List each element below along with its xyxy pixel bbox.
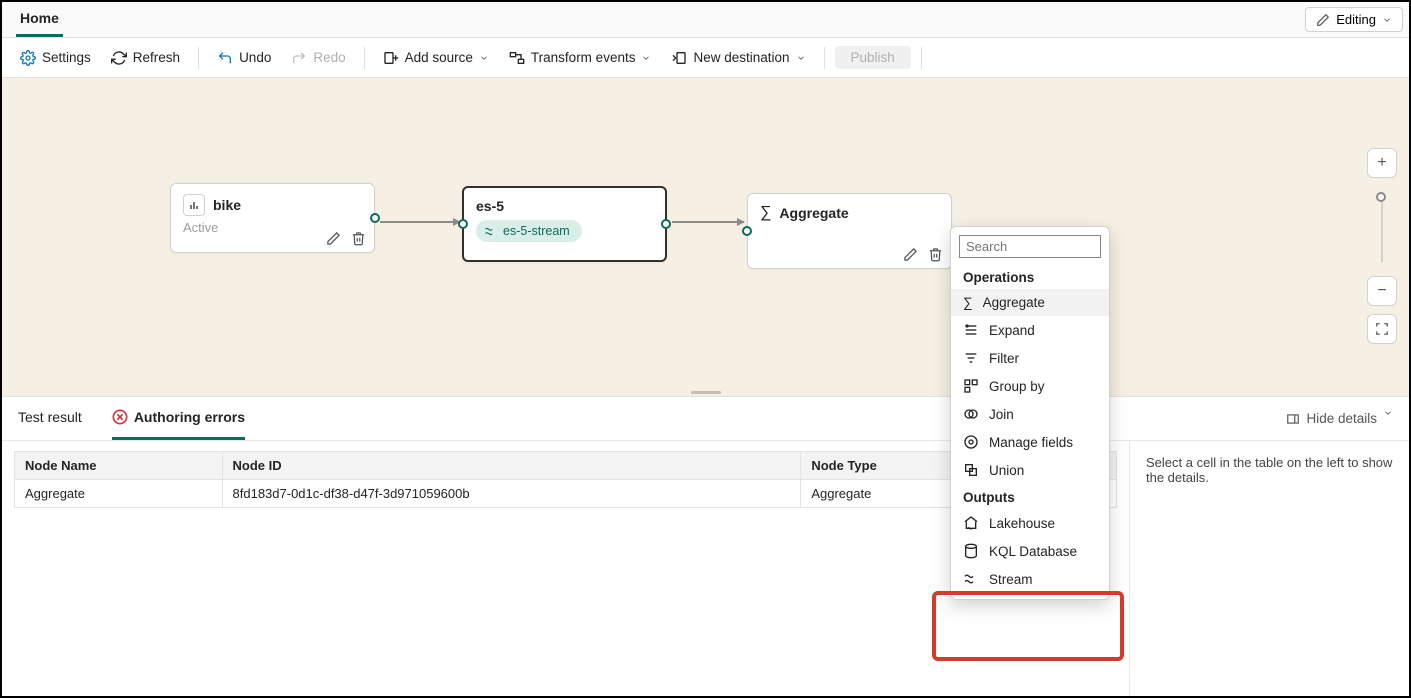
trash-icon[interactable]: [351, 231, 366, 246]
node-title: es-5: [476, 198, 504, 214]
tab-bar: Home Editing: [2, 2, 1409, 38]
menu-item-aggregate[interactable]: ∑ Aggregate: [951, 289, 1109, 316]
menu-item-stream[interactable]: Stream: [951, 565, 1109, 593]
node-stream-es5[interactable]: es-5 es-5-stream: [462, 186, 667, 262]
transform-icon: [509, 50, 525, 66]
toolbar-divider: [824, 47, 825, 69]
tab-authoring-errors[interactable]: Authoring errors: [112, 397, 245, 440]
undo-button[interactable]: Undo: [209, 46, 279, 70]
chevron-down-icon: [1382, 15, 1392, 25]
error-icon: [112, 409, 128, 425]
trash-icon[interactable]: [928, 247, 943, 262]
menu-item-join[interactable]: Join: [951, 400, 1109, 428]
canvas[interactable]: bike Active es-5 es-5-stream: [2, 78, 1409, 388]
editing-mode-button[interactable]: Editing: [1305, 7, 1403, 32]
fit-to-screen-button[interactable]: [1367, 314, 1397, 344]
menu-item-group-by[interactable]: Group by: [951, 372, 1109, 400]
detail-placeholder-text: Select a cell in the table on the left t…: [1146, 455, 1392, 485]
zoom-in-button[interactable]: +: [1367, 148, 1397, 178]
undo-icon: [217, 50, 233, 66]
hide-details-button[interactable]: Hide details: [1286, 411, 1393, 426]
menu-item-kql-database[interactable]: KQL Database: [951, 537, 1109, 565]
dropdown-section-heading: Outputs: [951, 484, 1109, 509]
zoom-slider[interactable]: [1381, 192, 1383, 262]
output-port[interactable]: [661, 219, 671, 229]
refresh-button[interactable]: Refresh: [103, 46, 188, 70]
toolbar: Settings Refresh Undo Redo Add source Tr…: [2, 38, 1409, 78]
bottom-panel: Test result Authoring errors Hide detail…: [2, 396, 1409, 696]
menu-item-union[interactable]: Union: [951, 456, 1109, 484]
sigma-icon: ∑: [963, 295, 973, 310]
group-by-icon: [963, 378, 979, 394]
tab-test-result[interactable]: Test result: [18, 397, 82, 440]
redo-icon: [291, 50, 307, 66]
node-aggregate[interactable]: ∑ Aggregate: [747, 193, 952, 269]
menu-item-lakehouse[interactable]: Lakehouse: [951, 509, 1109, 537]
editing-mode-label: Editing: [1336, 12, 1376, 27]
sigma-icon: ∑: [760, 204, 771, 222]
search-input[interactable]: [959, 235, 1101, 258]
chevron-down-icon: [796, 53, 806, 63]
zoom-out-button[interactable]: −: [1367, 276, 1397, 306]
zoom-panel: + −: [1367, 148, 1397, 344]
toolbar-divider: [921, 47, 922, 69]
manage-fields-icon: [963, 434, 979, 450]
add-source-button[interactable]: Add source: [375, 46, 497, 70]
detail-pane: Select a cell in the table on the left t…: [1129, 441, 1409, 696]
bar-chart-icon: [183, 194, 205, 216]
settings-button[interactable]: Settings: [12, 46, 99, 70]
pencil-icon: [1316, 13, 1330, 27]
refresh-icon: [111, 50, 127, 66]
zoom-thumb[interactable]: [1376, 192, 1386, 202]
node-title: bike: [213, 197, 241, 213]
cell-node-id[interactable]: 8fd183d7-0d1c-df38-d47f-3d971059600b: [222, 480, 801, 508]
lakehouse-icon: [963, 515, 979, 531]
destination-icon: [671, 50, 687, 66]
expand-icon: [963, 322, 979, 338]
edge: [672, 221, 744, 223]
chevron-down-icon: [1383, 408, 1393, 418]
add-source-icon: [383, 50, 399, 66]
chevron-down-icon: [479, 53, 489, 63]
tab-home[interactable]: Home: [16, 2, 63, 37]
stream-chip[interactable]: es-5-stream: [476, 220, 582, 242]
database-icon: [963, 543, 979, 559]
new-destination-button[interactable]: New destination: [663, 46, 813, 70]
stream-icon: [963, 571, 979, 587]
col-header[interactable]: Node ID: [222, 452, 801, 480]
input-port[interactable]: [742, 226, 752, 236]
edge: [380, 221, 460, 223]
menu-item-filter[interactable]: Filter: [951, 344, 1109, 372]
menu-item-manage-fields[interactable]: Manage fields: [951, 428, 1109, 456]
filter-icon: [963, 350, 979, 366]
output-port[interactable]: [370, 213, 380, 223]
chevron-down-icon: [641, 53, 651, 63]
pencil-icon[interactable]: [326, 231, 341, 246]
node-source-bike[interactable]: bike Active: [170, 183, 375, 253]
union-icon: [963, 462, 979, 478]
node-title: Aggregate: [779, 205, 848, 221]
toolbar-divider: [364, 47, 365, 69]
operations-dropdown: Operations ∑ Aggregate Expand Filter Gro…: [950, 226, 1110, 600]
redo-button[interactable]: Redo: [283, 46, 353, 70]
dropdown-section-heading: Operations: [951, 264, 1109, 289]
fit-icon: [1375, 322, 1389, 336]
pencil-icon[interactable]: [903, 247, 918, 262]
collapse-icon: [1286, 412, 1300, 426]
join-icon: [963, 406, 979, 422]
col-header[interactable]: Node Name: [15, 452, 223, 480]
input-port[interactable]: [458, 219, 468, 229]
menu-item-expand[interactable]: Expand: [951, 316, 1109, 344]
gear-icon: [20, 50, 36, 66]
transform-events-button[interactable]: Transform events: [501, 46, 660, 70]
panel-resize-handle[interactable]: [2, 388, 1409, 396]
toolbar-divider: [198, 47, 199, 69]
publish-button[interactable]: Publish: [835, 46, 911, 69]
cell-node-name[interactable]: Aggregate: [15, 480, 223, 508]
